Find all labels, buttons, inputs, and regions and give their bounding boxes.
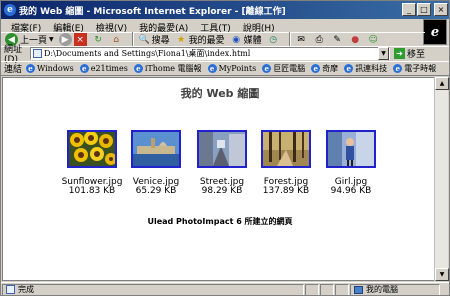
link-label: 電子時報 bbox=[404, 64, 437, 73]
zone-label: 我的電腦 bbox=[366, 285, 398, 294]
title-bar[interactable]: e 我的 Web 縮圖 - Microsoft Internet Explore… bbox=[1, 1, 449, 19]
ie-link-icon: e bbox=[26, 64, 36, 73]
go-button[interactable]: ➜ 移至 bbox=[394, 47, 425, 60]
page-done-icon bbox=[6, 285, 15, 294]
go-arrow-icon: ➜ bbox=[394, 48, 405, 59]
status-text-panel: 完成 bbox=[2, 283, 304, 295]
mail-icon[interactable]: ✉ bbox=[295, 33, 308, 46]
address-input[interactable]: D:\Documents and Settings\Fiona1\桌面\inde… bbox=[30, 47, 390, 60]
address-value: D:\Documents and Settings\Fiona1\桌面\inde… bbox=[44, 49, 251, 58]
link-label: 訊連科技 bbox=[355, 64, 388, 73]
address-bar: 網址(D) D:\Documents and Settings\Fiona1\桌… bbox=[1, 45, 449, 65]
stop-icon[interactable]: × bbox=[73, 33, 87, 46]
ie-link-icon: e bbox=[311, 64, 321, 73]
ie-link-icon: e bbox=[207, 64, 217, 73]
favorites-star-icon: ★ bbox=[177, 34, 186, 45]
status-security-cell bbox=[320, 283, 334, 295]
media-button[interactable]: ◉ 媒體 bbox=[230, 33, 262, 47]
go-label: 移至 bbox=[407, 50, 426, 60]
print-icon[interactable]: ⎙ bbox=[313, 33, 326, 46]
forward-arrow-icon[interactable]: ▶ bbox=[58, 33, 72, 46]
standard-toolbar: ◀ 上一頁 ▼ ▶ × ↻ ⌂ 🔍 搜尋 ★ 我的最愛 ◉ 媒體 ◷ ✉ ⎙ ✎… bbox=[1, 31, 425, 48]
maximize-button[interactable]: □ bbox=[417, 3, 431, 16]
street-image bbox=[199, 132, 245, 166]
forest-image bbox=[263, 132, 309, 166]
address-dropdown-icon[interactable]: ▼ bbox=[378, 47, 389, 60]
media-label: 媒體 bbox=[243, 36, 262, 46]
scroll-up-icon[interactable]: ▲ bbox=[435, 77, 449, 90]
ie-link-icon: e bbox=[344, 64, 354, 73]
file-size: 94.96 KB bbox=[330, 186, 372, 196]
ie-link-icon: e bbox=[393, 64, 403, 73]
link-label: 巨匠電腦 bbox=[273, 64, 306, 73]
link-label: Windows bbox=[37, 64, 74, 73]
media-icon: ◉ bbox=[232, 34, 241, 45]
link-label: iThome 電腦報 bbox=[144, 64, 202, 73]
messenger-icon[interactable]: ☺ bbox=[367, 33, 380, 46]
status-progress-cell bbox=[305, 283, 319, 295]
thumbnail-forest[interactable] bbox=[261, 130, 311, 168]
minimize-button[interactable]: _ bbox=[402, 3, 416, 16]
discuss-icon[interactable]: ● bbox=[349, 33, 362, 46]
link-ithome[interactable]: e iThome 電腦報 bbox=[133, 63, 202, 74]
sunflower-image bbox=[69, 132, 115, 166]
link-yahoo[interactable]: e 奇摩 bbox=[311, 63, 338, 74]
chevron-down-icon: ▼ bbox=[49, 36, 54, 43]
status-privacy-cell bbox=[335, 283, 349, 295]
links-bar: 連結 e Windows e e21times e iThome 電腦報 e MyPoi… bbox=[1, 61, 449, 76]
security-zone: 我的電腦 bbox=[350, 283, 440, 295]
page-icon bbox=[33, 49, 42, 58]
status-text: 完成 bbox=[18, 285, 34, 294]
thumbnail-girl[interactable] bbox=[326, 130, 376, 168]
thumbnail-sunflower[interactable] bbox=[67, 130, 117, 168]
link-label: MyPoints bbox=[218, 64, 257, 73]
link-e21times[interactable]: e e21times bbox=[79, 64, 128, 73]
page-content: 我的 Web 縮圖 Sunflower.jpg 101.83 KB Venice… bbox=[2, 77, 436, 281]
search-label: 搜尋 bbox=[151, 36, 170, 46]
status-bar: 完成 我的電腦 bbox=[1, 282, 449, 296]
search-icon: 🔍 bbox=[138, 34, 150, 45]
thumbnail-caption: Girl.jpg 94.96 KB bbox=[311, 178, 391, 196]
ie-link-icon: e bbox=[133, 64, 143, 73]
link-cyberlink[interactable]: e 訊連科技 bbox=[344, 63, 387, 74]
link-label: e21times bbox=[90, 64, 128, 73]
resize-grip-icon[interactable] bbox=[441, 284, 449, 296]
computer-icon bbox=[354, 285, 363, 294]
home-icon[interactable]: ⌂ bbox=[110, 33, 123, 46]
thumbnail-street[interactable] bbox=[197, 130, 247, 168]
edit-icon[interactable]: ✎ bbox=[331, 33, 344, 46]
search-button[interactable]: 🔍 搜尋 bbox=[138, 33, 170, 47]
ie-link-icon: e bbox=[79, 64, 89, 73]
link-label: 奇摩 bbox=[322, 64, 339, 73]
history-icon[interactable]: ◷ bbox=[267, 33, 280, 46]
vertical-scrollbar[interactable]: ▲ ▼ bbox=[434, 77, 449, 281]
refresh-icon[interactable]: ↻ bbox=[92, 33, 105, 46]
links-label: 連結 bbox=[4, 65, 23, 75]
ie-link-icon: e bbox=[262, 64, 272, 73]
page-footer: Ulead PhotoImpact 6 所建立的網頁 bbox=[147, 217, 293, 226]
link-windows[interactable]: e Windows bbox=[26, 64, 74, 73]
venice-image bbox=[133, 132, 179, 166]
ie-logo-icon: e bbox=[4, 4, 16, 16]
girl-image bbox=[328, 132, 374, 166]
close-button[interactable]: × bbox=[434, 3, 448, 16]
scroll-down-icon[interactable]: ▼ bbox=[435, 268, 449, 281]
browser-window: e 我的 Web 縮圖 - Microsoft Internet Explore… bbox=[0, 0, 450, 296]
link-digitimes[interactable]: e 電子時報 bbox=[393, 63, 436, 74]
window-title: 我的 Web 縮圖 - Microsoft Internet Explorer … bbox=[19, 6, 286, 17]
link-jujiang[interactable]: e 巨匠電腦 bbox=[262, 63, 305, 74]
link-mypoints[interactable]: e MyPoints bbox=[207, 64, 257, 73]
page-title: 我的 Web 縮圖 bbox=[180, 87, 260, 100]
favorites-label: 我的最愛 bbox=[188, 36, 225, 46]
favorites-button[interactable]: ★ 我的最愛 bbox=[175, 33, 225, 47]
thumbnail-venice[interactable] bbox=[131, 130, 181, 168]
windows-logo-icon: e bbox=[423, 19, 447, 45]
